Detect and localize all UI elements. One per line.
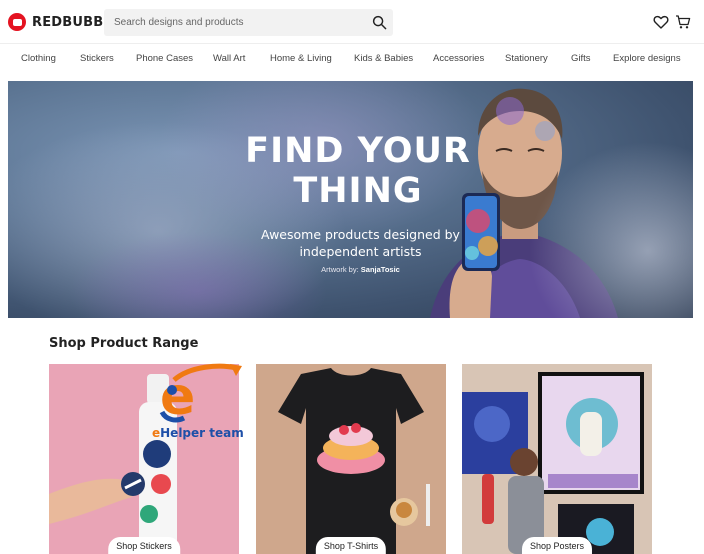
nav-item-phone-cases[interactable]: Phone Cases xyxy=(136,53,193,64)
nav-item-kids-babies[interactable]: Kids & Babies xyxy=(354,53,413,64)
heart-icon[interactable] xyxy=(653,14,669,30)
hero-banner[interactable]: FIND YOUR THING Awesome products designe… xyxy=(8,81,693,318)
nav-item-clothing[interactable]: Clothing xyxy=(21,53,56,64)
nav-item-gifts[interactable]: Gifts xyxy=(571,53,591,64)
hero-artwork-credit: Artwork by: SanjaTosic xyxy=(248,265,473,274)
product-card-tshirts[interactable]: Shop T-Shirts xyxy=(256,364,446,554)
hero-subtitle-line: independent artists xyxy=(299,244,422,259)
ehelper-watermark-text: eHelper team xyxy=(152,426,244,440)
section-title: Shop Product Range xyxy=(49,336,199,351)
cart-icon[interactable] xyxy=(675,14,691,30)
nav-item-home-living[interactable]: Home & Living xyxy=(270,53,332,64)
hero-title: FIND YOUR THING xyxy=(208,131,508,211)
hero-subtitle: Awesome products designed by independent… xyxy=(228,226,493,260)
hero-subtitle-line: Awesome products designed by xyxy=(261,227,460,242)
nav-item-wall-art[interactable]: Wall Art xyxy=(213,53,245,64)
shop-stickers-button[interactable]: Shop Stickers xyxy=(108,537,180,554)
product-card-posters[interactable]: Shop Posters xyxy=(462,364,652,554)
hero-title-line: FIND YOUR xyxy=(245,131,471,171)
search-icon[interactable] xyxy=(372,15,387,30)
credit-artist-link[interactable]: SanjaTosic xyxy=(361,265,400,274)
search-bar xyxy=(104,9,393,36)
nav-item-accessories[interactable]: Accessories xyxy=(433,53,484,64)
site-header: REDBUBBLE xyxy=(0,0,704,44)
nav-item-stickers[interactable]: Stickers xyxy=(80,53,114,64)
logo-mark-icon xyxy=(8,13,26,31)
nav-item-explore-designs[interactable]: Explore designs xyxy=(613,53,681,64)
tshirts-image xyxy=(256,364,446,554)
credit-prefix: Artwork by: xyxy=(321,265,359,274)
watermark-rest: Helper team xyxy=(160,426,244,440)
category-nav: Clothing Stickers Phone Cases Wall Art H… xyxy=(0,44,704,72)
hero-title-line: THING xyxy=(293,171,423,211)
watermark-e: e xyxy=(152,426,161,440)
shop-tshirts-button[interactable]: Shop T-Shirts xyxy=(315,537,387,554)
posters-image xyxy=(462,364,652,554)
shop-posters-button[interactable]: Shop Posters xyxy=(521,537,593,554)
search-input[interactable] xyxy=(104,9,364,36)
nav-item-stationery[interactable]: Stationery xyxy=(505,53,548,64)
